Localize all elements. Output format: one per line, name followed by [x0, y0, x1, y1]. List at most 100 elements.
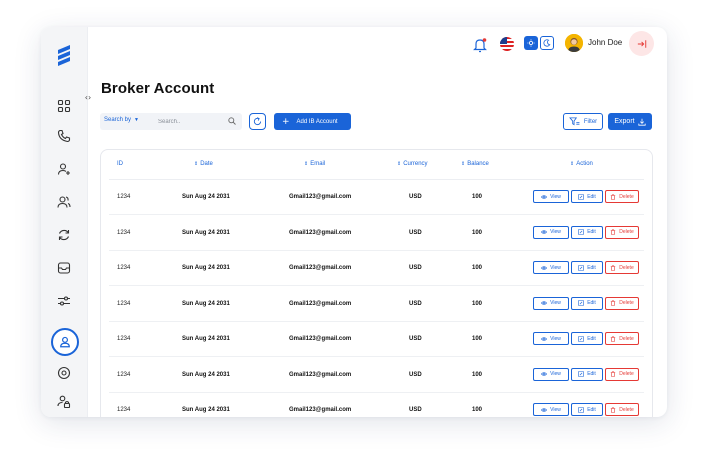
column-header-email[interactable]: ⇕ Email — [304, 161, 325, 167]
row-actions: View Edit Delete — [533, 190, 639, 203]
delete-label: Delete — [619, 193, 634, 200]
edit-label: Edit — [587, 406, 596, 413]
cell-date: Sun Aug 24 2031 — [182, 194, 230, 200]
theme-switch[interactable] — [524, 36, 554, 50]
caret-down-icon: ▼ — [134, 117, 139, 123]
inbox-icon[interactable] — [52, 256, 76, 280]
trash-icon — [611, 229, 616, 235]
row-actions: View Edit Delete — [533, 403, 639, 416]
collapse-sidebar-toggle[interactable]: ‹› — [82, 91, 94, 103]
account-icon[interactable] — [51, 328, 79, 356]
trash-icon — [611, 371, 616, 377]
logout-button[interactable] — [629, 31, 654, 56]
view-button[interactable]: View — [533, 225, 569, 239]
edit-button[interactable]: Edit — [571, 296, 603, 310]
delete-button[interactable]: Delete — [605, 225, 639, 239]
delete-label: Delete — [619, 229, 634, 235]
edit-button[interactable]: Edit — [571, 190, 603, 203]
view-button[interactable]: View — [533, 190, 569, 203]
row-actions: View Edit Delete — [533, 261, 639, 274]
trash-icon — [611, 406, 616, 413]
eye-icon — [541, 301, 548, 305]
delete-button[interactable]: Delete — [605, 261, 639, 274]
sliders-icon[interactable] — [52, 289, 76, 313]
cell-date: Sun Aug 24 2031 — [182, 229, 230, 236]
us-flag-icon[interactable] — [500, 37, 514, 51]
filter-button[interactable]: Filter — [563, 113, 603, 130]
export-button[interactable]: Export — [608, 113, 652, 130]
plus-icon: + — [282, 116, 290, 127]
search-box: Search by ▼ — [100, 113, 242, 130]
view-label: View — [550, 300, 561, 306]
bell-icon[interactable] — [473, 37, 487, 53]
edit-button[interactable]: Edit — [571, 225, 603, 239]
cell-balance: 100 — [472, 194, 483, 200]
edit-button[interactable]: Edit — [571, 403, 603, 416]
edit-button[interactable]: Edit — [571, 261, 603, 274]
view-button[interactable]: View — [533, 367, 569, 381]
delete-label: Delete — [619, 371, 634, 377]
users-icon[interactable] — [52, 190, 76, 214]
trash-icon — [611, 335, 616, 342]
edit-button[interactable]: Edit — [571, 332, 603, 345]
edit-icon — [578, 229, 585, 235]
delete-button[interactable]: Delete — [605, 403, 639, 416]
table-row: 1234 Sun Aug 24 2031 Gmail123@gmail.com USD… — [101, 216, 652, 251]
delete-button[interactable]: Delete — [605, 296, 639, 310]
refresh-button[interactable] — [249, 113, 266, 130]
delete-button[interactable]: Delete — [605, 367, 639, 381]
view-button[interactable]: View — [533, 261, 569, 274]
cell-currency: USD — [409, 194, 422, 200]
settings-icon[interactable] — [52, 361, 76, 385]
filter-label: Filter — [583, 118, 598, 125]
dashboard-icon[interactable] — [52, 94, 76, 118]
table-row: 1234 Sun Aug 24 2031 Gmail123@gmail.com USD… — [101, 393, 652, 417]
sync-icon[interactable] — [52, 223, 76, 247]
column-header-date[interactable]: ⇕ Date — [194, 161, 213, 167]
delete-button[interactable]: Delete — [605, 332, 639, 345]
cell-balance: 100 — [472, 265, 483, 271]
edit-icon — [578, 264, 585, 271]
column-header-balance[interactable]: ⇕ Balance — [461, 161, 489, 167]
eye-icon — [541, 194, 548, 199]
edit-button[interactable]: Edit — [571, 367, 603, 381]
view-label: View — [550, 371, 561, 377]
search-by-dropdown[interactable]: Search by ▼ — [104, 117, 139, 123]
view-button[interactable]: View — [533, 296, 569, 310]
search-input[interactable] — [158, 115, 218, 128]
cell-email: Gmail123@gmail.com — [289, 300, 352, 307]
phone-icon[interactable] — [52, 124, 76, 148]
broker-account-table: ID ⇕ Date ⇕ Email ⇕ Currency ⇕ Balance ⇕ Acti… — [100, 149, 653, 417]
sun-icon[interactable] — [524, 36, 538, 50]
user-avatar[interactable] — [565, 34, 583, 52]
view-label: View — [550, 406, 561, 413]
row-actions: View Edit Delete — [533, 367, 639, 381]
moon-icon[interactable] — [540, 36, 554, 50]
cell-email: Gmail123@gmail.com — [289, 265, 352, 271]
user-lock-icon[interactable] — [52, 390, 76, 414]
cell-date: Sun Aug 24 2031 — [182, 407, 230, 413]
table-row: 1234 Sun Aug 24 2031 Gmail123@gmail.com USD… — [101, 287, 652, 322]
delete-button[interactable]: Delete — [605, 190, 639, 203]
user-add-icon[interactable] — [52, 157, 76, 181]
add-ib-account-label: Add IB Account — [296, 118, 338, 125]
cell-date: Sun Aug 24 2031 — [182, 300, 230, 307]
cell-id: 1234 — [117, 194, 131, 200]
column-header-currency[interactable]: ⇕ Currency — [397, 161, 428, 167]
edit-icon — [578, 300, 585, 306]
user-name[interactable]: John Doe — [588, 38, 622, 47]
view-button[interactable]: View — [533, 403, 569, 416]
column-header-id[interactable]: ID — [117, 161, 123, 167]
search-by-label: Search by — [104, 117, 132, 123]
cell-email: Gmail123@gmail.com — [289, 229, 352, 236]
sidebar — [41, 27, 88, 417]
edit-icon — [578, 406, 585, 413]
table-header: ID ⇕ Date ⇕ Email ⇕ Currency ⇕ Balance ⇕ Acti… — [101, 150, 652, 178]
cell-id: 1234 — [117, 300, 131, 307]
row-actions: View Edit Delete — [533, 332, 639, 345]
view-button[interactable]: View — [533, 332, 569, 345]
refresh-icon — [253, 117, 262, 126]
add-ib-account-button[interactable]: + Add IB Account — [274, 113, 351, 130]
search-icon[interactable] — [228, 117, 236, 125]
logo-icon[interactable] — [53, 44, 75, 68]
